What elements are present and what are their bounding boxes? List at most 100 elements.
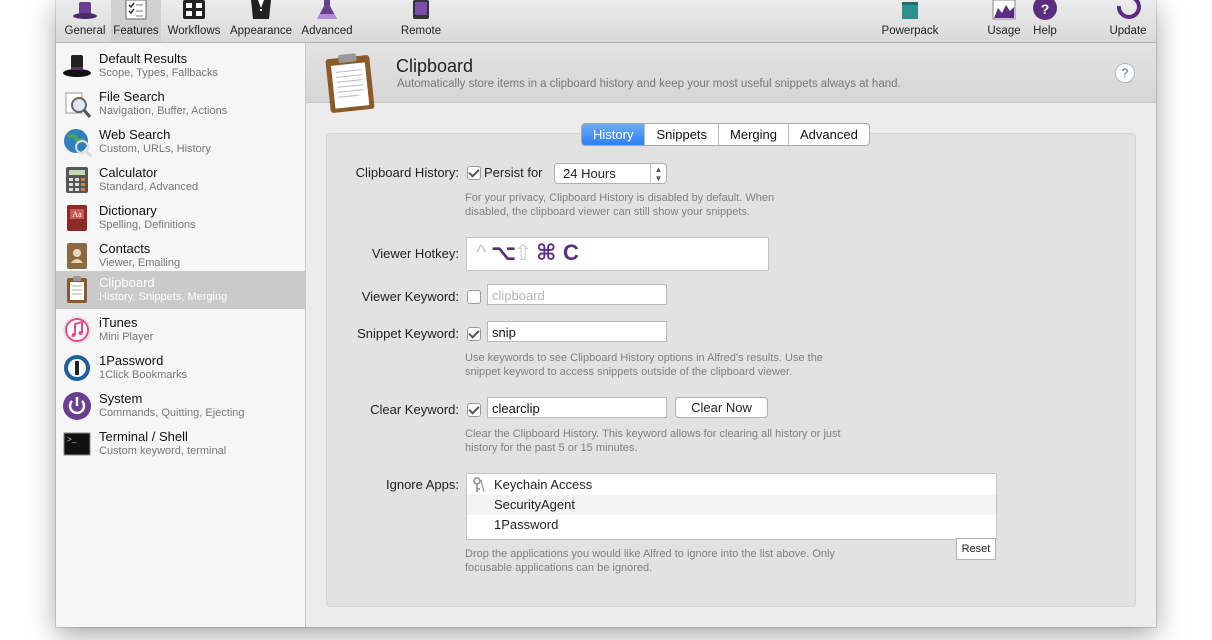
persist-checkbox[interactable] [467, 166, 481, 180]
ignored-app-name: SecurityAgent [494, 497, 575, 512]
clear-keyword-checkbox[interactable] [467, 403, 481, 417]
sidebar-item-title: Contacts [99, 241, 151, 256]
toolbar-workflows[interactable]: Workflows [164, 0, 224, 42]
page-title: Clipboard [396, 56, 474, 76]
tab-merging[interactable]: Merging [718, 124, 788, 145]
list-item[interactable]: 1Password [467, 515, 996, 535]
snippet-keyword-label: Snippet Keyword: [357, 326, 459, 341]
ignore-apps-label: Ignore Apps: [386, 477, 459, 492]
usage-chart-icon [992, 0, 1016, 20]
workflows-grid-icon [183, 0, 205, 19]
toolbar-general[interactable]: General [60, 0, 110, 42]
ignored-app-name: Keychain Access [494, 477, 593, 492]
toolbar-usage[interactable]: Usage [982, 0, 1026, 42]
ignore-help-text: Drop the applications you would like Alf… [465, 548, 835, 574]
sidebar-item-title: Dictionary [99, 203, 157, 218]
toolbar-powerpack[interactable]: Powerpack [876, 0, 944, 42]
snippet-keyword-input[interactable]: snip [487, 321, 667, 342]
itunes-note-icon [63, 316, 91, 344]
sidebar-item-itunes[interactable]: iTunes Mini Player [56, 311, 305, 349]
svg-text:>_: >_ [67, 436, 77, 445]
terminal-icon: >_ [63, 432, 91, 456]
page-header: Clipboard Automatically store items in a… [306, 43, 1156, 113]
contacts-book-icon [67, 243, 87, 269]
tab-snippets[interactable]: Snippets [644, 124, 718, 145]
sidebar-item-default-results[interactable]: Default Results Scope, Types, Fallbacks [56, 47, 305, 85]
keychain-icon [473, 477, 485, 493]
sidebar-item-subtitle: History, Snippets, Merging [99, 291, 228, 303]
sidebar-item-subtitle: Custom, URLs, History [99, 143, 211, 155]
sidebar-item-subtitle: Spelling, Definitions [99, 219, 196, 231]
clear-now-button[interactable]: Clear Now [675, 397, 768, 418]
ignore-apps-list[interactable]: Keychain Access SecurityAgent 1Password [466, 473, 997, 540]
sidebar-item-terminal[interactable]: >_ Terminal / Shell Custom keyword, term… [56, 425, 305, 463]
hat-icon [63, 55, 91, 77]
toolbar-advanced[interactable]: Advanced [298, 0, 356, 42]
sidebar-item-system[interactable]: System Commands, Quitting, Ejecting [56, 387, 305, 425]
calculator-icon [66, 167, 88, 193]
help-icon: ? [1033, 0, 1057, 20]
viewer-hotkey-field[interactable]: ^ ⌥ ⇧ ⌘ C [466, 237, 769, 271]
toolbar-appearance-label: Appearance [229, 25, 293, 37]
tuxedo-icon [251, 0, 271, 19]
persist-label: Persist for [484, 165, 543, 180]
hotkey-letter: C [563, 240, 579, 265]
sidebar-item-web-search[interactable]: Web Search Custom, URLs, History [56, 123, 305, 161]
snippet-help-text: Use keywords to see Clipboard History op… [465, 352, 823, 378]
sidebar-item-1password[interactable]: 1Password 1Click Bookmarks [56, 349, 305, 387]
clear-keyword-label: Clear Keyword: [370, 402, 459, 417]
list-item[interactable]: SecurityAgent [467, 495, 996, 515]
hat-icon [73, 2, 97, 19]
toolbar-features-label: Features [113, 25, 159, 37]
power-icon [63, 392, 91, 420]
persist-duration-value: 24 Hours [563, 166, 616, 181]
help-button[interactable]: ? [1115, 63, 1135, 83]
clear-keyword-input[interactable]: clearclip [487, 397, 667, 418]
toolbar-help-label: Help [1033, 25, 1057, 37]
clipboard-history-label: Clipboard History: [355, 165, 459, 180]
tab-bar: History Snippets Merging Advanced [581, 123, 870, 146]
sidebar-item-title: Calculator [99, 165, 158, 180]
reset-button[interactable]: Reset [956, 538, 996, 560]
option-key-icon: ⌥ [491, 240, 517, 265]
toolbar-general-label: General [64, 25, 106, 37]
tab-advanced[interactable]: Advanced [788, 124, 869, 145]
viewer-hotkey-label: Viewer Hotkey: [371, 246, 459, 261]
toolbar-remote[interactable]: Remote [394, 0, 448, 42]
toolbar-remote-label: Remote [400, 25, 442, 37]
toolbar-update-label: Update [1109, 25, 1147, 37]
clipboard-icon [67, 276, 87, 303]
sidebar-item-contacts[interactable]: Contacts Viewer, Emailing [56, 237, 305, 275]
checklist-icon [125, 0, 147, 20]
page-subtitle: Automatically store items in a clipboard… [397, 78, 901, 90]
toolbar-appearance[interactable]: Appearance [227, 0, 295, 42]
viewer-keyword-input[interactable]: clipboard [487, 284, 667, 305]
select-arrows-icon: ▲ ▼ [650, 164, 666, 184]
viewer-keyword-checkbox[interactable] [467, 290, 481, 304]
snippet-keyword-checkbox[interactable] [467, 327, 481, 341]
toolbar-usage-label: Usage [987, 25, 1021, 37]
flask-icon [317, 0, 337, 19]
sidebar-item-file-search[interactable]: File Search Navigation, Buffer, Actions [56, 85, 305, 123]
tab-history[interactable]: History [582, 124, 645, 145]
sidebar-item-subtitle: Viewer, Emailing [99, 257, 181, 269]
sidebar-item-dictionary[interactable]: Aa Dictionary Spelling, Definitions [56, 199, 305, 237]
magnifier-files-icon [65, 92, 92, 118]
toolbar-help[interactable]: ? Help [1026, 0, 1064, 42]
persist-duration-select[interactable]: 24 Hours ▲ ▼ [554, 163, 667, 184]
sidebar-item-calculator[interactable]: Calculator Standard, Advanced [56, 161, 305, 199]
sidebar-item-subtitle: 1Click Bookmarks [99, 369, 188, 381]
1password-icon [64, 355, 90, 381]
privacy-help-text: For your privacy, Clipboard History is d… [465, 192, 775, 218]
ignored-app-name: 1Password [494, 517, 559, 532]
sidebar-item-title: 1Password [99, 353, 164, 368]
sidebar-item-clipboard[interactable]: Clipboard History, Snippets, Merging [56, 271, 305, 309]
control-key-icon: ^ [476, 240, 487, 265]
toolbar-features[interactable]: Features [111, 0, 161, 42]
clear-help-text: Clear the Clipboard History. This keywor… [465, 428, 841, 454]
sidebar-item-title: Clipboard [99, 275, 155, 290]
toolbar-update[interactable]: Update [1104, 0, 1152, 42]
list-item[interactable]: Keychain Access [467, 475, 996, 495]
sidebar-item-subtitle: Commands, Quitting, Ejecting [99, 407, 245, 419]
globe-search-icon [64, 129, 92, 157]
